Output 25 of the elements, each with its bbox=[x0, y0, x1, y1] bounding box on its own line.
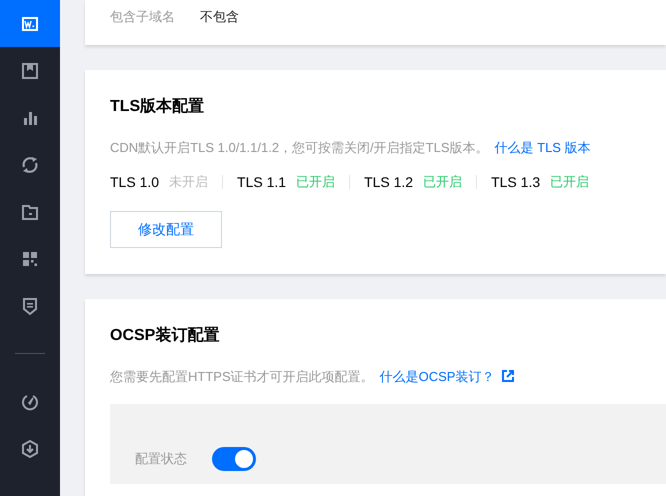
status-text: 已开启 bbox=[296, 173, 336, 191]
help-link[interactable]: 什么是OCSP装订？ bbox=[380, 369, 494, 384]
section-title: TLS版本配置 bbox=[110, 96, 206, 117]
status-text: 已开启 bbox=[423, 173, 462, 191]
bookmark-icon bbox=[20, 60, 40, 80]
external-link-icon[interactable] bbox=[502, 370, 514, 382]
field-label: 包含子域名 bbox=[110, 8, 175, 26]
description-text: CDN默认开启TLS 1.0/1.1/1.2，您可按需关闭/开启指定TLS版本。 bbox=[110, 140, 489, 155]
status-text: 未开启 bbox=[169, 173, 208, 191]
tls-version: TLS 1.2 bbox=[364, 174, 414, 190]
status-text: 已开启 bbox=[550, 173, 590, 191]
help-link[interactable]: 什么是 TLS 版本 bbox=[494, 140, 591, 155]
shield-download-icon bbox=[20, 438, 40, 458]
description-text: 您需要先配置HTTPS证书才可开启此项配置。 bbox=[110, 369, 374, 384]
sidebar-item[interactable] bbox=[0, 0, 60, 47]
tls-version: TLS 1.3 bbox=[491, 174, 540, 190]
field-value: 不包含 bbox=[200, 8, 239, 26]
shield-doc-icon bbox=[20, 296, 40, 316]
section-title: OCSP装订配置 bbox=[110, 326, 220, 346]
toggle-switch[interactable] bbox=[212, 447, 256, 471]
field-label: 配置状态 bbox=[135, 450, 187, 468]
tls-version: TLS 1.1 bbox=[237, 174, 286, 190]
refresh-icon bbox=[20, 154, 40, 174]
edit-config-button[interactable]: 修改配置 bbox=[110, 211, 222, 248]
tls-version: TLS 1.0 bbox=[110, 174, 160, 190]
